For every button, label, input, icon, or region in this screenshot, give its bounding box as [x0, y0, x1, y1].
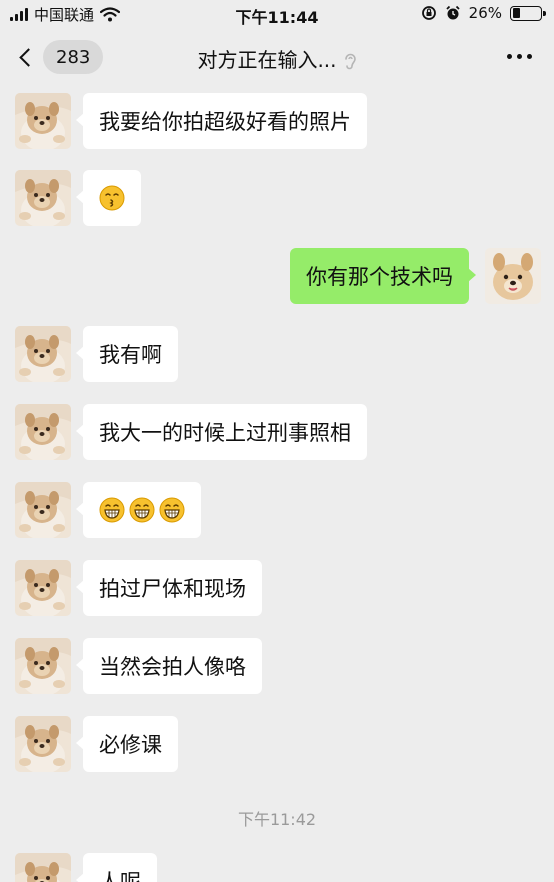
chat-title: 对方正在输入...: [0, 44, 554, 73]
more-options-button[interactable]: [507, 54, 532, 59]
message-row: 我要给你拍超级好看的照片: [0, 93, 554, 153]
message-bubble[interactable]: 你有那个技术吗: [290, 248, 476, 304]
message-row: 我有啊: [0, 326, 554, 386]
message-timestamp: 下午11:42: [237, 810, 317, 829]
contact-avatar[interactable]: [15, 404, 71, 460]
contact-avatar[interactable]: [15, 482, 71, 538]
contact-avatar[interactable]: [15, 716, 71, 772]
battery-icon: [510, 5, 546, 21]
message-bubble[interactable]: 必修课: [76, 716, 178, 772]
status-bar: 中国联通 下午11:44 26%: [0, 0, 554, 28]
chat-title-text: 对方正在输入...: [197, 48, 337, 72]
ear-icon: [344, 53, 356, 69]
message-bubble[interactable]: 我要给你拍超级好看的照片: [76, 93, 367, 149]
nav-bar: 283 对方正在输入...: [0, 28, 554, 86]
message-bubble[interactable]: 拍过尸体和现场: [76, 560, 262, 616]
contact-avatar[interactable]: [15, 560, 71, 616]
message-row: 拍过尸体和现场: [0, 560, 554, 620]
message-bubble[interactable]: 当然会拍人像咯: [76, 638, 262, 694]
contact-avatar[interactable]: [15, 853, 71, 882]
rotation-lock-icon: [421, 6, 436, 20]
message-row: 你有那个技术吗: [0, 248, 554, 308]
message-bubble[interactable]: 我大一的时候上过刑事照相: [76, 404, 367, 460]
message-row: [0, 170, 554, 230]
contact-avatar[interactable]: [15, 93, 71, 149]
contact-avatar[interactable]: [15, 326, 71, 382]
message-bubble[interactable]: [76, 170, 141, 226]
grinning-face-emoji-icon: [129, 497, 155, 523]
message-row: 人呢: [0, 853, 554, 882]
message-bubble[interactable]: 我有啊: [76, 326, 178, 382]
message-bubble[interactable]: [76, 482, 201, 538]
message-bubble[interactable]: 人呢: [76, 853, 157, 882]
message-row: 我大一的时候上过刑事照相: [0, 404, 554, 464]
battery-percent: 26%: [468, 4, 502, 22]
contact-avatar[interactable]: [15, 170, 71, 226]
kissing-face-emoji-icon: [99, 185, 125, 211]
grinning-face-emoji-icon: [99, 497, 125, 523]
message-row: 必修课: [0, 716, 554, 776]
contact-avatar[interactable]: [15, 638, 71, 694]
message-row: 当然会拍人像咯: [0, 638, 554, 698]
status-right: 26%: [421, 4, 546, 22]
message-row: [0, 482, 554, 542]
alarm-icon: [446, 5, 460, 20]
grinning-face-emoji-icon: [159, 497, 185, 523]
self-avatar[interactable]: [485, 248, 541, 304]
